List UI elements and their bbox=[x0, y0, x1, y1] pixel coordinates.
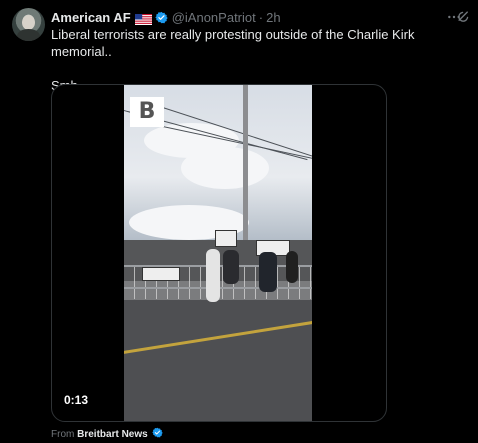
country-flag-icon bbox=[134, 12, 152, 25]
avatar[interactable] bbox=[12, 8, 45, 41]
utility-pole bbox=[243, 85, 248, 255]
source-prefix: From bbox=[51, 429, 75, 440]
more-icon[interactable] bbox=[446, 9, 462, 25]
breitbart-side-mark-icon bbox=[126, 103, 134, 133]
avatar-face bbox=[22, 15, 35, 30]
video-player[interactable]: B 0:13 bbox=[51, 84, 387, 422]
protester bbox=[259, 252, 277, 292]
post-time[interactable]: 2h bbox=[266, 10, 280, 25]
protester bbox=[286, 251, 298, 283]
author-name[interactable]: American AF bbox=[51, 10, 131, 25]
video-cloud bbox=[181, 147, 269, 189]
breitbart-logo-icon: B bbox=[130, 97, 164, 127]
video-duration: 0:13 bbox=[64, 393, 89, 407]
verified-check-icon bbox=[152, 427, 164, 438]
protester bbox=[223, 250, 239, 284]
verified-check-icon bbox=[155, 11, 168, 24]
separator-dot: · bbox=[258, 9, 264, 25]
video-source[interactable]: From Breitbart News bbox=[51, 427, 164, 440]
source-name[interactable]: Breitbart News bbox=[77, 429, 148, 440]
protester bbox=[206, 249, 220, 302]
video-frame[interactable]: B bbox=[124, 85, 312, 421]
avatar-body bbox=[17, 29, 40, 41]
protest-sign bbox=[142, 267, 180, 281]
author-handle[interactable]: @iAnonPatriot bbox=[172, 10, 256, 25]
tweet-header: American AF @iAnonPatriot · 2h bbox=[51, 9, 281, 25]
protest-sign bbox=[215, 230, 237, 247]
road bbox=[124, 300, 312, 421]
